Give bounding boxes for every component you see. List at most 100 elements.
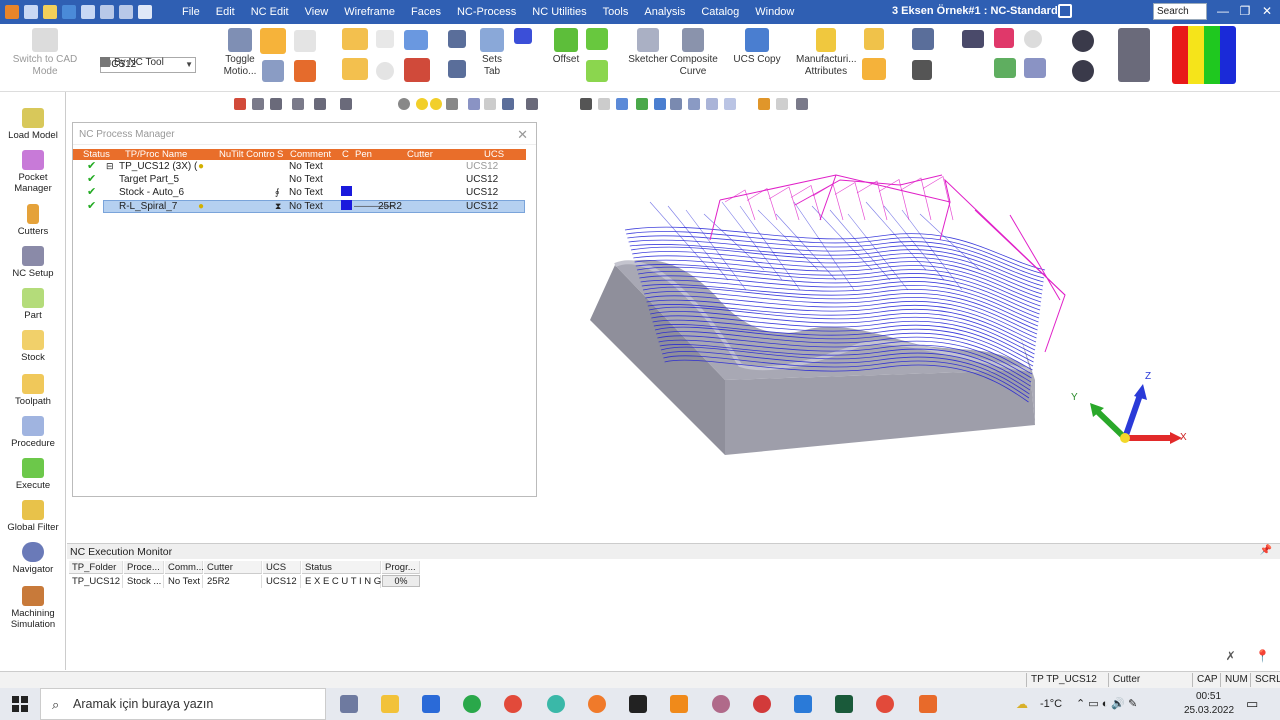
arrow-right-icon[interactable] xyxy=(598,98,610,110)
windows-start-icon[interactable] xyxy=(12,696,28,712)
terminal-app-icon[interactable] xyxy=(629,695,647,713)
table-row-selected[interactable]: ✔ R-L_Spiral_7 ● ⧗ No Text ———— 25R2 UCS… xyxy=(73,200,526,213)
pen-color-swatch[interactable] xyxy=(341,200,352,210)
firefox-icon[interactable] xyxy=(588,695,606,713)
pencil-attr-icon[interactable] xyxy=(864,28,884,50)
column-header[interactable]: TP_Folder xyxy=(69,561,123,574)
sidebar-item-stock[interactable]: Stock xyxy=(0,330,66,363)
column-header[interactable]: Pen xyxy=(355,149,372,160)
grid-view-icon[interactable] xyxy=(1118,28,1150,82)
menu-catalog[interactable]: Catalog xyxy=(701,6,739,18)
tree-collapse-icon[interactable]: ⊟ xyxy=(106,160,114,173)
column-header[interactable]: S xyxy=(277,149,283,160)
bulb-icon[interactable]: ● xyxy=(198,160,204,173)
3d-viewport[interactable]: X Y Z xyxy=(540,120,1280,540)
view-rotate-icon[interactable] xyxy=(796,98,808,110)
chrome-icon[interactable] xyxy=(504,695,522,713)
color-palette-icon[interactable] xyxy=(1172,26,1236,84)
menu-wireframe[interactable]: Wireframe xyxy=(344,6,395,18)
sidebar-item-load-model[interactable]: Load Model xyxy=(0,108,66,141)
sidebar-item-execute[interactable]: Execute xyxy=(0,458,66,491)
column-header[interactable]: UCS xyxy=(263,561,301,574)
bulb-multi-icon[interactable] xyxy=(430,98,442,110)
menu-view[interactable]: View xyxy=(305,6,329,18)
column-header[interactable]: NuTilt Contro xyxy=(219,149,275,160)
undo-icon[interactable] xyxy=(100,5,114,19)
save-icon[interactable] xyxy=(62,5,76,19)
sidebar-item-toolpath[interactable]: Toolpath xyxy=(0,374,66,407)
column-header[interactable]: TP/Proc Name xyxy=(125,149,187,160)
record-app-icon[interactable] xyxy=(794,695,812,713)
view-right-icon[interactable] xyxy=(724,98,736,110)
menu-nc-process[interactable]: NC-Process xyxy=(457,6,516,18)
sidebar-item-cutters[interactable]: Cutters xyxy=(0,204,66,237)
measure-icon[interactable] xyxy=(962,30,984,48)
media-app-icon[interactable] xyxy=(835,695,853,713)
sidebar-item-pocket-manager[interactable]: Pocket Manager xyxy=(0,150,66,194)
table-row[interactable]: ✔ ⊟ TP_UCS12 (3X) ( ● No Text UCS12 xyxy=(73,160,526,173)
mail-app-icon[interactable] xyxy=(422,695,440,713)
zoom-area-icon[interactable] xyxy=(1072,60,1094,82)
open-file-icon[interactable] xyxy=(43,5,57,19)
new-file-icon[interactable] xyxy=(24,5,38,19)
menu-edit[interactable]: Edit xyxy=(216,6,235,18)
menu-analysis[interactable]: Analysis xyxy=(644,6,685,18)
view-top-icon[interactable] xyxy=(670,98,682,110)
tree-structure-icon[interactable] xyxy=(448,30,466,48)
view-iso-icon[interactable] xyxy=(654,98,666,110)
toggle-motion-button[interactable]: Toggle Motio... xyxy=(222,28,258,78)
ucs-copy-button[interactable]: UCS Copy xyxy=(732,28,782,66)
stop-icon[interactable]: ✗ xyxy=(1226,649,1236,663)
undo-view-icon[interactable] xyxy=(580,98,592,110)
select-icon[interactable] xyxy=(252,98,264,110)
view-icon[interactable] xyxy=(1024,58,1046,78)
maximize-button[interactable]: ❐ xyxy=(1236,4,1254,18)
browser-window-icon[interactable] xyxy=(404,30,428,50)
chrome-alt-icon[interactable] xyxy=(876,695,894,713)
globe-app-icon[interactable] xyxy=(463,695,481,713)
surface-green-icon[interactable] xyxy=(586,28,608,50)
cutter-highlight-icon[interactable] xyxy=(260,28,286,54)
move-icon[interactable] xyxy=(292,98,304,110)
motion-path-icon[interactable] xyxy=(262,60,284,82)
sets-tab-button[interactable]: Sets Tab xyxy=(474,28,510,78)
edge-icon[interactable] xyxy=(547,695,565,713)
column-header[interactable]: Status xyxy=(302,561,381,574)
zoom-view-icon[interactable] xyxy=(526,98,538,110)
box-select-2-icon[interactable] xyxy=(340,98,352,110)
delete-icon[interactable] xyxy=(234,98,246,110)
bulb-off-icon[interactable] xyxy=(398,98,410,110)
customize-icon[interactable] xyxy=(138,5,152,19)
calculator-app-icon[interactable] xyxy=(340,695,358,713)
view-front-icon[interactable] xyxy=(706,98,718,110)
column-header[interactable]: Comment xyxy=(290,149,331,160)
vlc-icon[interactable] xyxy=(670,695,688,713)
minimize-button[interactable]: — xyxy=(1214,4,1232,18)
network-app-icon[interactable] xyxy=(712,695,730,713)
weather-icon[interactable]: ☁ xyxy=(1016,697,1028,711)
layers-icon[interactable] xyxy=(502,98,514,110)
dimension-icon[interactable] xyxy=(912,28,934,50)
file-explorer-icon[interactable] xyxy=(381,695,399,713)
sidebar-item-navigator[interactable]: Navigator xyxy=(0,542,66,575)
column-header[interactable]: Cutter xyxy=(407,149,433,160)
column-header[interactable]: Comm... xyxy=(165,561,204,574)
column-header[interactable]: UCS xyxy=(484,149,504,160)
pin-icon[interactable]: 📌 xyxy=(1260,545,1272,556)
text-style-icon[interactable] xyxy=(912,60,932,80)
column-header[interactable]: Status xyxy=(83,149,110,160)
bulb-icon[interactable]: ● xyxy=(198,200,204,213)
menu-file[interactable]: File xyxy=(182,6,200,18)
window-layout-icon[interactable] xyxy=(342,28,368,50)
sidebar-item-machining-simulation[interactable]: Machining Simulation xyxy=(0,586,66,630)
sketcher-button[interactable]: Sketcher xyxy=(628,28,668,66)
cabinet-icon[interactable] xyxy=(404,58,430,82)
surface-green-2-icon[interactable] xyxy=(586,60,608,82)
axis-icon[interactable] xyxy=(616,98,628,110)
sidebar-item-procedure[interactable]: Procedure xyxy=(0,416,66,449)
table-row[interactable]: ✔ Stock - Auto_6 ∮ No Text UCS12 xyxy=(73,186,526,199)
close-button[interactable]: ✕ xyxy=(1258,4,1276,18)
zoom-icon[interactable] xyxy=(1072,30,1094,52)
menu-window[interactable]: Window xyxy=(755,6,794,18)
panel-toggle-icon[interactable] xyxy=(1058,4,1072,18)
